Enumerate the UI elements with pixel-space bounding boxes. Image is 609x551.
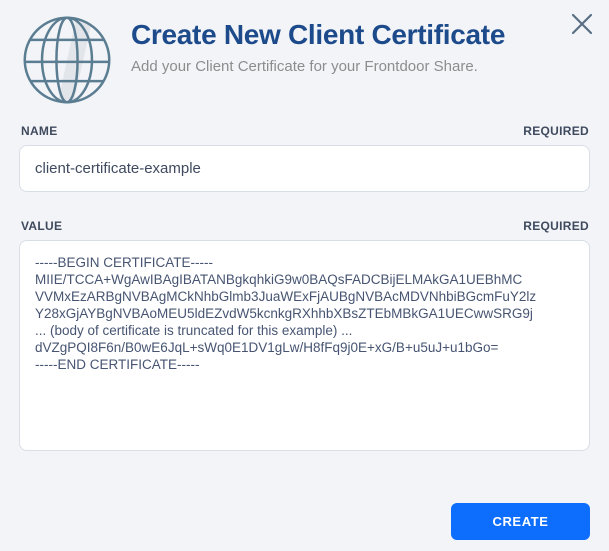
close-icon [569,11,595,40]
value-field-section: VALUE REQUIRED -----BEGIN CERTIFICATE---… [19,219,590,456]
value-textarea[interactable]: -----BEGIN CERTIFICATE----- MIIE/TCCA+Wg… [19,240,590,451]
value-field-head: VALUE REQUIRED [21,219,589,233]
value-label: VALUE [21,219,63,233]
header-text: Create New Client Certificate Add your C… [131,12,505,75]
name-field-section: NAME REQUIRED [19,124,590,192]
name-field-head: NAME REQUIRED [21,124,589,138]
modal-subtitle: Add your Client Certificate for your Fro… [131,57,478,75]
modal-footer: CREATE [19,503,590,541]
name-required-badge: REQUIRED [523,124,589,138]
modal-header: Create New Client Certificate Add your C… [19,12,590,108]
create-button[interactable]: CREATE [451,503,590,540]
name-label: NAME [21,124,58,138]
close-button[interactable] [567,10,597,40]
create-client-certificate-modal: Create New Client Certificate Add your C… [0,0,609,551]
modal-title: Create New Client Certificate [131,19,506,50]
value-required-badge: REQUIRED [523,219,589,233]
name-input[interactable] [19,145,590,192]
globe-icon [19,12,115,108]
